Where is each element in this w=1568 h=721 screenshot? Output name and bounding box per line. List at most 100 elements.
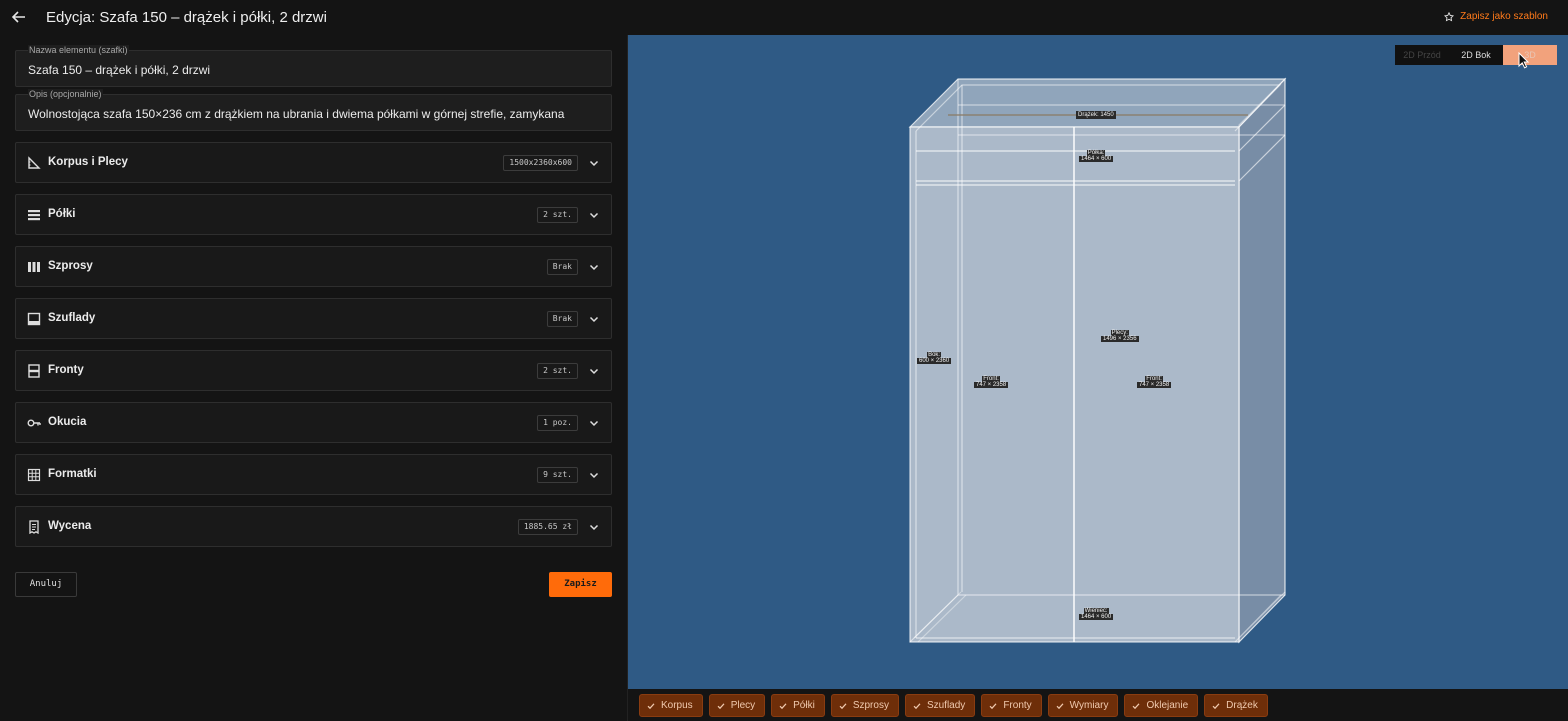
section-okucia[interactable]: Okucia 1 poz.: [15, 402, 612, 443]
description-field-value[interactable]: Wolnostojąca szafa 150×236 cm z drążkiem…: [28, 107, 603, 121]
cancel-button[interactable]: Anuluj: [15, 572, 77, 597]
section-szprosy[interactable]: Szprosy Brak: [15, 246, 612, 287]
key-icon: [27, 419, 41, 427]
check-icon: [1056, 702, 1064, 709]
chevron-down-icon: [589, 524, 599, 531]
chevron-down-icon: [589, 472, 599, 479]
chip-label: Półki: [793, 700, 815, 711]
check-icon: [717, 702, 725, 709]
save-as-template-label: Zapisz jako szablon: [1460, 11, 1548, 22]
crown-label-dim: 1464 × 600: [1079, 614, 1114, 620]
fronts-icon: [28, 364, 40, 378]
section-badge: 1885.65 zł: [517, 519, 578, 535]
star-icon: [1444, 11, 1455, 21]
chevron-down-icon: [589, 264, 599, 271]
chevron-down-icon: [589, 368, 599, 375]
chip-szprosy[interactable]: Szprosy: [830, 694, 899, 717]
chip-plecy[interactable]: Plecy: [708, 694, 766, 717]
chevron-down-icon: [589, 316, 599, 323]
chip-fronty[interactable]: Fronty: [981, 694, 1042, 717]
columns-icon: [28, 262, 40, 272]
front-right-label-dim: 747 × 2358: [1137, 382, 1172, 388]
description-field-label: Opis (opcjonalnie): [28, 89, 103, 99]
section-formatki[interactable]: Formatki 9 szt.: [15, 454, 612, 495]
chip-label: Fronty: [1003, 700, 1032, 711]
check-icon: [989, 702, 997, 709]
ruler-triangle-icon: [28, 156, 41, 169]
save-as-template-button[interactable]: Zapisz jako szablon: [1444, 11, 1548, 22]
front-left-label: Front: 747 × 2358: [974, 376, 1009, 388]
chip-oklejanie[interactable]: Oklejanie: [1124, 694, 1199, 717]
section-title: Okucia: [48, 416, 87, 428]
chip-label: Wymiary: [1069, 700, 1109, 711]
section-title: Formatki: [48, 468, 97, 480]
front-left-label-dim: 747 × 2358: [974, 382, 1009, 388]
chip-drazek[interactable]: Drążek: [1204, 694, 1268, 717]
section-szuflady[interactable]: Szuflady Brak: [15, 298, 612, 339]
section-title: Korpus i Plecy: [48, 156, 128, 168]
chip-label: Plecy: [730, 700, 756, 711]
edit-panel: Nazwa elementu (szafki) Szafa 150 – drąż…: [0, 35, 627, 721]
front-right-label: Front: 747 × 2358: [1137, 376, 1172, 388]
section-title: Półki: [48, 208, 76, 220]
name-field-value[interactable]: Szafa 150 – drążek i półki, 2 drzwi: [28, 63, 603, 77]
section-title: Fronty: [48, 364, 84, 376]
shelf-label-dim: 1464 × 600: [1079, 156, 1114, 162]
shelf-label: Półka: 1464 × 600: [1079, 150, 1114, 162]
crown-label: Wieniec: 1464 × 600: [1079, 608, 1114, 620]
tab-2d-front[interactable]: 2D Przód: [1395, 45, 1449, 65]
section-fronty[interactable]: Fronty 2 szt.: [15, 350, 612, 391]
name-field[interactable]: Nazwa elementu (szafki) Szafa 150 – drąż…: [15, 45, 612, 87]
back-label-dim: 1496 × 2356: [1101, 336, 1139, 342]
view-mode-tabs: 2D Przód 2D Bok 3D: [1395, 45, 1557, 65]
section-badge: Brak: [546, 311, 578, 327]
drawer-icon: [27, 312, 41, 326]
check-icon: [1133, 702, 1140, 709]
back-label: Plecy: 1496 × 2356: [1101, 330, 1139, 342]
chip-wymiary[interactable]: Wymiary: [1047, 694, 1119, 717]
cabinet-3d-scene[interactable]: [628, 35, 1568, 689]
chip-polki[interactable]: Półki: [771, 694, 825, 717]
section-title: Wycena: [48, 520, 92, 532]
section-badge: 1 poz.: [537, 415, 578, 431]
mouse-cursor-icon: [1518, 52, 1530, 69]
layer-toggle-bar: Korpus Plecy Półki Szprosy Szuflady Fron…: [627, 689, 1568, 721]
section-title: Szprosy: [48, 260, 93, 272]
chip-label: Szprosy: [852, 700, 889, 711]
chip-label: Drążek: [1226, 700, 1258, 711]
back-arrow-icon[interactable]: [10, 8, 28, 26]
section-polki[interactable]: Półki 2 szt.: [15, 194, 612, 235]
rod-label: Drążek: 1450: [1076, 111, 1116, 119]
section-badge: Brak: [546, 259, 578, 275]
chevron-down-icon: [589, 160, 599, 167]
section-badge: 2 szt.: [537, 363, 578, 379]
section-korpus-plecy[interactable]: Korpus i Plecy 1500x2360x600: [15, 142, 612, 183]
check-icon: [1212, 702, 1220, 709]
check-icon: [913, 702, 921, 709]
side-label: Bok: 600 × 2360: [917, 352, 952, 364]
save-button[interactable]: Zapisz: [549, 572, 612, 597]
chip-label: Oklejanie: [1146, 700, 1189, 711]
page-title: Edycja: Szafa 150 – drążek i półki, 2 dr…: [46, 9, 327, 26]
top-bar: Edycja: Szafa 150 – drążek i półki, 2 dr…: [0, 0, 1568, 35]
grid-icon: [27, 468, 41, 482]
name-field-label: Nazwa elementu (szafki): [28, 45, 129, 55]
chevron-down-icon: [589, 420, 599, 427]
tab-2d-side[interactable]: 2D Bok: [1449, 45, 1503, 65]
tab-3d[interactable]: 3D: [1503, 45, 1557, 65]
section-wycena[interactable]: Wycena 1885.65 zł: [15, 506, 612, 547]
chip-szuflady[interactable]: Szuflady: [904, 694, 976, 717]
3d-viewport[interactable]: Drążek: 1450 Półka: 1464 × 600 Plecy: 14…: [627, 35, 1568, 689]
section-badge: 1500x2360x600: [503, 155, 578, 171]
section-title: Szuflady: [48, 312, 96, 324]
chip-label: Korpus: [661, 700, 693, 711]
check-icon: [647, 702, 655, 709]
section-badge: 9 szt.: [537, 467, 578, 483]
description-field[interactable]: Opis (opcjonalnie) Wolnostojąca szafa 15…: [15, 89, 612, 131]
side-label-dim: 600 × 2360: [917, 358, 952, 364]
chip-korpus[interactable]: Korpus: [639, 694, 703, 717]
check-icon: [779, 702, 787, 709]
shelves-icon: [28, 210, 40, 221]
section-badge: 2 szt.: [537, 207, 578, 223]
layer-chips: Korpus Plecy Półki Szprosy Szuflady Fron…: [639, 694, 1268, 717]
